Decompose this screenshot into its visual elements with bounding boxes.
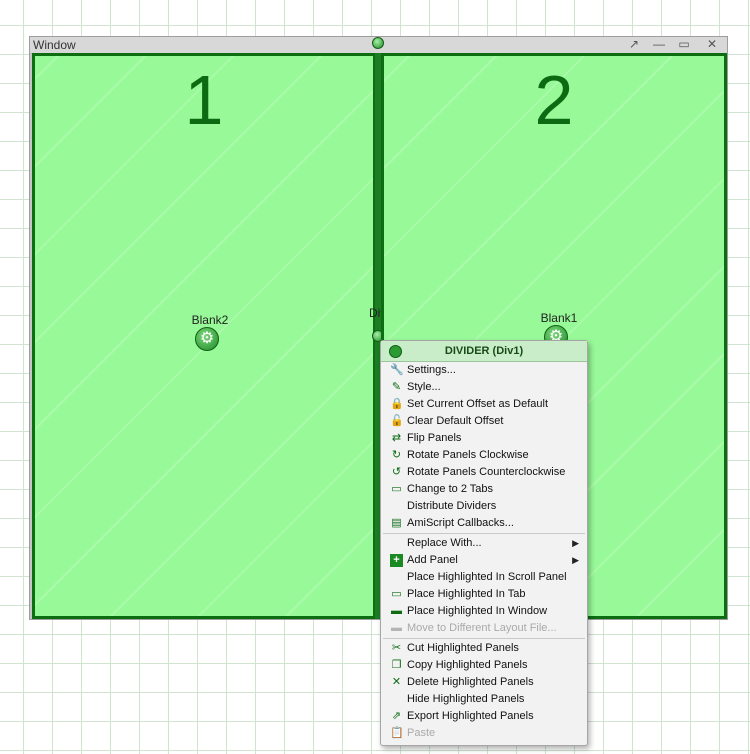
menu-item-delete[interactable]: ✕ Delete Highlighted Panels <box>381 674 587 691</box>
divider-top-handle-icon[interactable] <box>372 37 384 49</box>
gear-icon[interactable]: ⚙ <box>195 327 219 351</box>
menu-title: DIVIDER (Div1) <box>444 345 524 357</box>
menu-item-rotate-cw[interactable]: ↻ Rotate Panels Clockwise <box>381 447 587 464</box>
menu-item-hide[interactable]: Hide Highlighted Panels <box>381 691 587 708</box>
menu-item-move-to-layout: ▬ Move to Different Layout File... <box>381 620 587 637</box>
tab-icon: ▭ <box>391 588 402 600</box>
menu-header: DIVIDER (Div1) <box>381 341 587 362</box>
submenu-arrow-icon: ▶ <box>572 555 579 565</box>
menu-item-place-in-scroll[interactable]: Place Highlighted In Scroll Panel <box>381 569 587 586</box>
close-icon[interactable]: ✕ <box>703 37 721 51</box>
menu-item-place-in-window[interactable]: ▬ Place Highlighted In Window <box>381 603 587 620</box>
menu-item-label: Add Panel <box>407 554 458 566</box>
scissors-icon: ✂ <box>391 642 402 654</box>
copy-icon: ❐ <box>391 659 402 671</box>
menu-item-label: Set Current Offset as Default <box>407 398 549 410</box>
menu-separator <box>383 638 585 639</box>
menu-item-flip-panels[interactable]: ⇄ Flip Panels <box>381 430 587 447</box>
menu-item-rotate-ccw[interactable]: ↺ Rotate Panels Counterclockwise <box>381 464 587 481</box>
maximize-icon[interactable]: ▭ <box>675 37 693 51</box>
menu-item-label: Rotate Panels Counterclockwise <box>407 466 566 478</box>
divider-icon <box>389 345 402 358</box>
popout-icon[interactable]: ↗ <box>625 37 643 51</box>
window: Window ↗ — ▭ ✕ 1 Blank2 ⚙ Div1 2 Blank1 … <box>29 36 728 620</box>
menu-item-label: Place Highlighted In Scroll Panel <box>407 571 567 583</box>
menu-item-label: Style... <box>407 381 441 393</box>
panel-number: 1 <box>184 61 224 139</box>
menu-item-label: Change to 2 Tabs <box>407 483 494 495</box>
move-icon: ▬ <box>391 622 402 634</box>
menu-item-set-offset-default[interactable]: 🔒 Set Current Offset as Default <box>381 396 587 413</box>
menu-item-label: Move to Different Layout File... <box>407 622 557 634</box>
menu-item-label: Paste <box>407 727 436 739</box>
menu-item-label: Cut Highlighted Panels <box>407 642 519 654</box>
context-menu: DIVIDER (Div1) 🔧 Settings... ✎ Style... 🔒 S… <box>380 340 588 746</box>
menu-item-label: Place Highlighted In Window <box>407 605 548 617</box>
menu-item-replace-with[interactable]: Replace With... ▶ <box>381 535 587 552</box>
menu-item-label: Replace With... <box>407 537 482 549</box>
menu-item-label: Rotate Panels Clockwise <box>407 449 529 461</box>
menu-item-label: Copy Highlighted Panels <box>407 659 528 671</box>
menu-item-change-to-tabs[interactable]: ▭ Change to 2 Tabs <box>381 481 587 498</box>
blank-label: Blank2 <box>191 313 229 327</box>
menu-item-copy[interactable]: ❐ Copy Highlighted Panels <box>381 657 587 674</box>
flip-icon: ⇄ <box>391 432 402 444</box>
minimize-icon[interactable]: — <box>650 37 668 51</box>
menu-item-distribute-dividers[interactable]: Distribute Dividers <box>381 498 587 515</box>
panel-1[interactable]: 1 Blank2 ⚙ <box>32 53 376 619</box>
submenu-arrow-icon: ▶ <box>572 538 579 548</box>
menu-item-style[interactable]: ✎ Style... <box>381 379 587 396</box>
menu-item-label: Flip Panels <box>407 432 462 444</box>
menu-item-label: Distribute Dividers <box>407 500 497 512</box>
window-icon: ▬ <box>391 605 402 617</box>
x-icon: ✕ <box>391 676 402 688</box>
plus-icon: + <box>390 554 403 567</box>
menu-item-export[interactable]: ⇗ Export Highlighted Panels <box>381 708 587 725</box>
menu-item-add-panel[interactable]: + Add Panel ▶ <box>381 552 587 569</box>
export-icon: ⇗ <box>391 710 402 722</box>
rotate-cw-icon: ↻ <box>391 449 402 461</box>
menu-item-cut[interactable]: ✂ Cut Highlighted Panels <box>381 640 587 657</box>
menu-item-paste: 📋 Paste <box>381 725 587 742</box>
wrench-icon: 🔧 <box>390 364 404 376</box>
lock-icon: 🔒 <box>390 398 404 410</box>
menu-item-amiscript-callbacks[interactable]: ▤ AmiScript Callbacks... <box>381 515 587 532</box>
brush-icon: ✎ <box>391 381 402 393</box>
menu-separator <box>383 533 585 534</box>
menu-item-label: Settings... <box>407 364 456 376</box>
menu-item-clear-offset[interactable]: 🔓 Clear Default Offset <box>381 413 587 430</box>
menu-item-place-in-tab[interactable]: ▭ Place Highlighted In Tab <box>381 586 587 603</box>
menu-item-label: AmiScript Callbacks... <box>407 517 514 529</box>
rotate-ccw-icon: ↺ <box>391 466 402 478</box>
menu-item-label: Hide Highlighted Panels <box>407 693 525 705</box>
menu-item-label: Place Highlighted In Tab <box>407 588 526 600</box>
paste-icon: 📋 <box>390 727 404 739</box>
menu-item-label: Clear Default Offset <box>407 415 504 427</box>
blank-label: Blank1 <box>540 311 578 325</box>
panel-number: 2 <box>534 61 574 139</box>
menu-item-settings[interactable]: 🔧 Settings... <box>381 362 587 379</box>
unlock-icon: 🔓 <box>390 415 404 427</box>
script-icon: ▤ <box>391 517 402 529</box>
window-title: Window <box>33 38 76 52</box>
tabs-icon: ▭ <box>391 483 402 495</box>
menu-item-label: Export Highlighted Panels <box>407 710 534 722</box>
menu-item-label: Delete Highlighted Panels <box>407 676 534 688</box>
